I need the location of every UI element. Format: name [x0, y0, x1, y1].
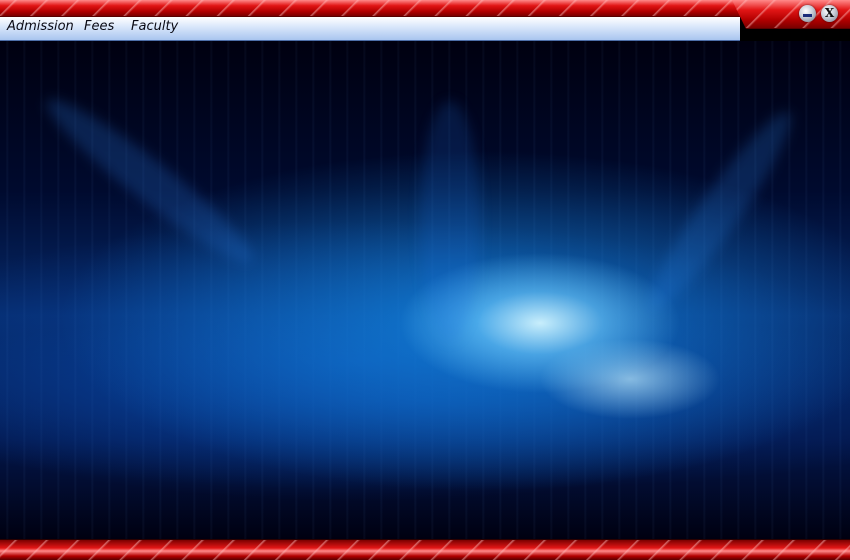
- close-button[interactable]: X: [821, 5, 838, 22]
- minimize-button[interactable]: [799, 5, 816, 22]
- title-bar[interactable]: [0, 0, 850, 17]
- menu-item-admission[interactable]: Admission: [7, 19, 74, 34]
- minimize-icon: [803, 14, 812, 17]
- light-streak: [634, 101, 806, 321]
- desktop-background: [0, 41, 850, 540]
- menu-item-fees[interactable]: Fees: [84, 19, 114, 34]
- light-streak: [420, 101, 480, 341]
- application-window: X Admission Fees Faculty: [0, 0, 850, 560]
- close-icon: X: [824, 6, 835, 20]
- menu-item-faculty[interactable]: Faculty: [131, 19, 178, 34]
- light-streak: [35, 85, 265, 277]
- window-controls-panel: X: [732, 0, 850, 29]
- bottom-bar: [0, 539, 850, 560]
- menu-bar: Admission Fees Faculty: [0, 17, 740, 41]
